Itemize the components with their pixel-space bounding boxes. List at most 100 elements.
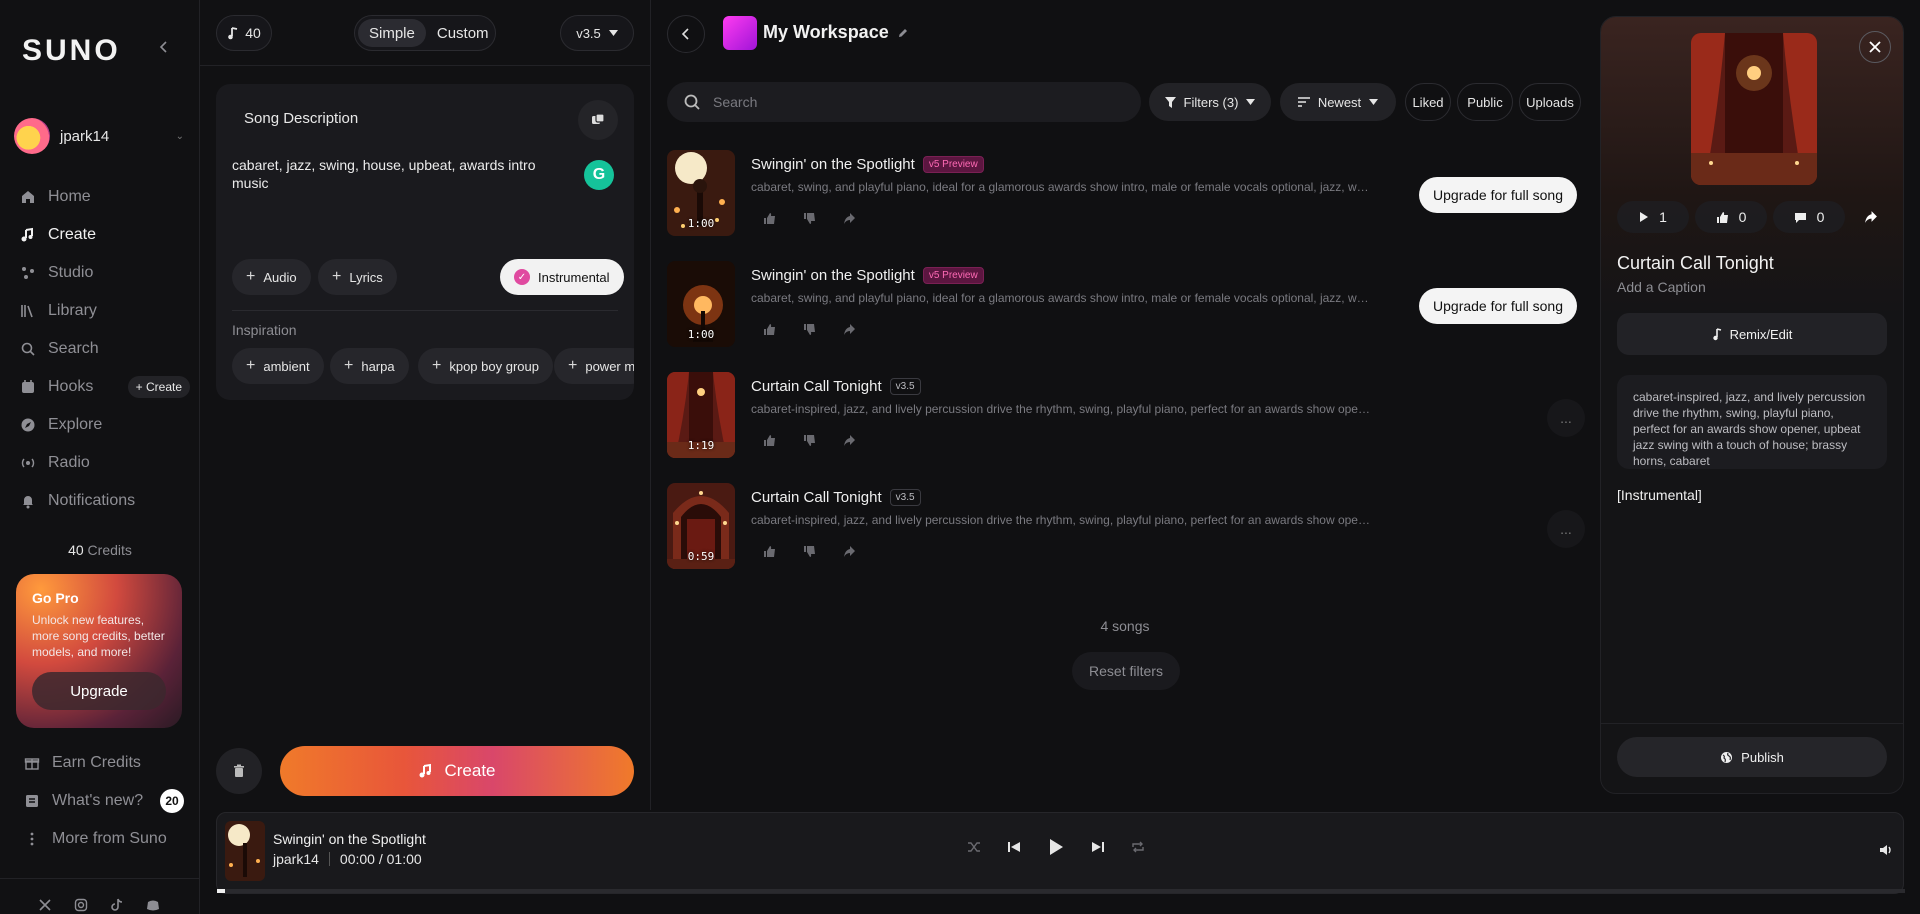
discord-icon[interactable] [146,898,160,912]
liked-filter-button[interactable]: Liked [1405,83,1451,121]
like-button[interactable] [751,422,787,458]
nav-hooks[interactable]: Hooks + Create [20,368,190,406]
song-description-input[interactable]: cabaret, jazz, swing, house, upbeat, awa… [232,156,572,192]
playback-progress[interactable] [217,889,1905,893]
nav-radio[interactable]: Radio [20,444,190,482]
nav-search[interactable]: Search [20,330,190,368]
upgrade-full-song-button[interactable]: Upgrade for full song [1419,177,1577,213]
share-button[interactable] [831,422,867,458]
share-button[interactable] [1855,201,1887,233]
nav-label: Search [48,340,99,357]
comment-count-button[interactable]: 0 [1773,201,1845,233]
player-cover[interactable] [225,821,265,881]
inspiration-chip[interactable]: + kpop boy group [418,348,553,384]
x-icon[interactable] [38,898,52,912]
nav-studio[interactable]: Studio [20,254,190,292]
suno-logo[interactable]: SUNO [22,34,121,68]
inspiration-chip[interactable]: + harpa [330,348,409,384]
add-audio-button[interactable]: + Audio [232,259,311,295]
song-row[interactable]: 1:19 Curtain Call Tonight v3.5 cabaret-i… [667,372,1587,472]
credit-balance-pill[interactable]: 40 [216,15,272,51]
nav-explore[interactable]: Explore [20,406,190,444]
search-input[interactable] [713,94,1113,110]
earn-credits-link[interactable]: Earn Credits [24,744,184,782]
nav-library[interactable]: Library [20,292,190,330]
detail-song-title[interactable]: Curtain Call Tonight [1617,253,1774,274]
upgrade-full-song-button[interactable]: Upgrade for full song [1419,288,1577,324]
volume-icon[interactable] [1879,843,1893,857]
add-lyrics-button[interactable]: + Lyrics [318,259,397,295]
dislike-button[interactable] [791,311,827,347]
reset-filters-button[interactable]: Reset filters [1072,652,1180,690]
instrumental-toggle[interactable]: ✓ Instrumental [500,259,624,295]
song-row[interactable]: 1:00 Swingin' on the Spotlight v5 Previe… [667,150,1587,250]
library-icon [20,303,36,319]
add-caption-field[interactable]: Add a Caption [1617,279,1706,295]
dislike-button[interactable] [791,200,827,236]
song-title-text: Swingin' on the Spotlight [751,267,915,284]
nav-notifications[interactable]: Notifications [20,482,190,520]
more-from-suno-link[interactable]: More from Suno [24,820,184,858]
share-button[interactable] [831,533,867,569]
song-title[interactable]: Curtain Call Tonight v3.5 [751,489,921,506]
collapse-sidebar-icon[interactable] [158,40,170,54]
song-title[interactable]: Swingin' on the Spotlight v5 Preview [751,156,984,173]
like-button[interactable] [751,200,787,236]
model-version-select[interactable]: v3.5 [560,15,634,51]
back-button[interactable] [667,15,705,53]
next-track-icon[interactable] [1091,840,1105,854]
dislike-button[interactable] [791,422,827,458]
user-menu[interactable]: jpark14 ⌄ [14,118,184,154]
workspace-title[interactable]: My Workspace [763,22,909,43]
dislike-button[interactable] [791,533,827,569]
song-more-button[interactable]: ... [1547,510,1585,548]
song-cover[interactable]: 1:19 [667,372,735,458]
song-title[interactable]: Swingin' on the Spotlight v5 Preview [751,267,984,284]
news-icon [24,793,40,809]
nav-create[interactable]: Create [20,216,190,254]
mode-custom-button[interactable]: Custom [426,19,500,47]
player-song-title[interactable]: Swingin' on the Spotlight [273,831,426,847]
like-button[interactable] [751,533,787,569]
song-title[interactable]: Curtain Call Tonight v3.5 [751,378,921,395]
close-detail-button[interactable] [1859,31,1891,63]
share-button[interactable] [831,200,867,236]
song-row[interactable]: 0:59 Curtain Call Tonight v3.5 cabaret-i… [667,483,1587,583]
filters-button[interactable]: Filters (3) [1149,83,1271,121]
publish-button[interactable]: Publish [1617,737,1887,777]
song-cover[interactable]: 0:59 [667,483,735,569]
trash-icon [233,764,245,778]
like-count-button[interactable]: 0 [1695,201,1767,233]
song-cover[interactable]: 1:00 [667,150,735,236]
mode-simple-button[interactable]: Simple [358,19,426,47]
share-button[interactable] [831,311,867,347]
song-more-button[interactable]: ... [1547,399,1585,437]
create-song-button[interactable]: Create [280,746,634,796]
pencil-icon[interactable] [897,27,909,39]
hooks-create-button[interactable]: + Create [127,376,190,398]
player-artist[interactable]: jpark14 [273,851,319,867]
previous-track-icon[interactable] [1007,840,1021,854]
whats-new-link[interactable]: What's new? 20 [24,782,184,820]
play-icon[interactable] [1047,837,1065,857]
repeat-icon[interactable] [1131,840,1145,854]
inspiration-chip[interactable]: + ambient [232,348,324,384]
song-cover[interactable]: 1:00 [667,261,735,347]
like-button[interactable] [751,311,787,347]
public-filter-button[interactable]: Public [1457,83,1513,121]
nav-home[interactable]: Home [20,178,190,216]
shuffle-icon[interactable] [967,840,981,854]
instagram-icon[interactable] [74,898,88,912]
song-row[interactable]: 1:00 Swingin' on the Spotlight v5 Previe… [667,261,1587,361]
grammarly-icon[interactable]: G [584,160,614,190]
tiktok-icon[interactable] [110,898,124,912]
uploads-filter-button[interactable]: Uploads [1519,83,1581,121]
remix-edit-button[interactable]: Remix/Edit [1617,313,1887,355]
random-prompt-button[interactable] [578,100,618,140]
sort-button[interactable]: Newest [1280,83,1396,121]
clear-button[interactable] [216,748,262,794]
upgrade-button[interactable]: Upgrade [32,672,166,710]
nav-label: Studio [48,264,94,281]
inspiration-chip[interactable]: + power m [554,348,634,384]
play-count-button[interactable]: 1 [1617,201,1689,233]
